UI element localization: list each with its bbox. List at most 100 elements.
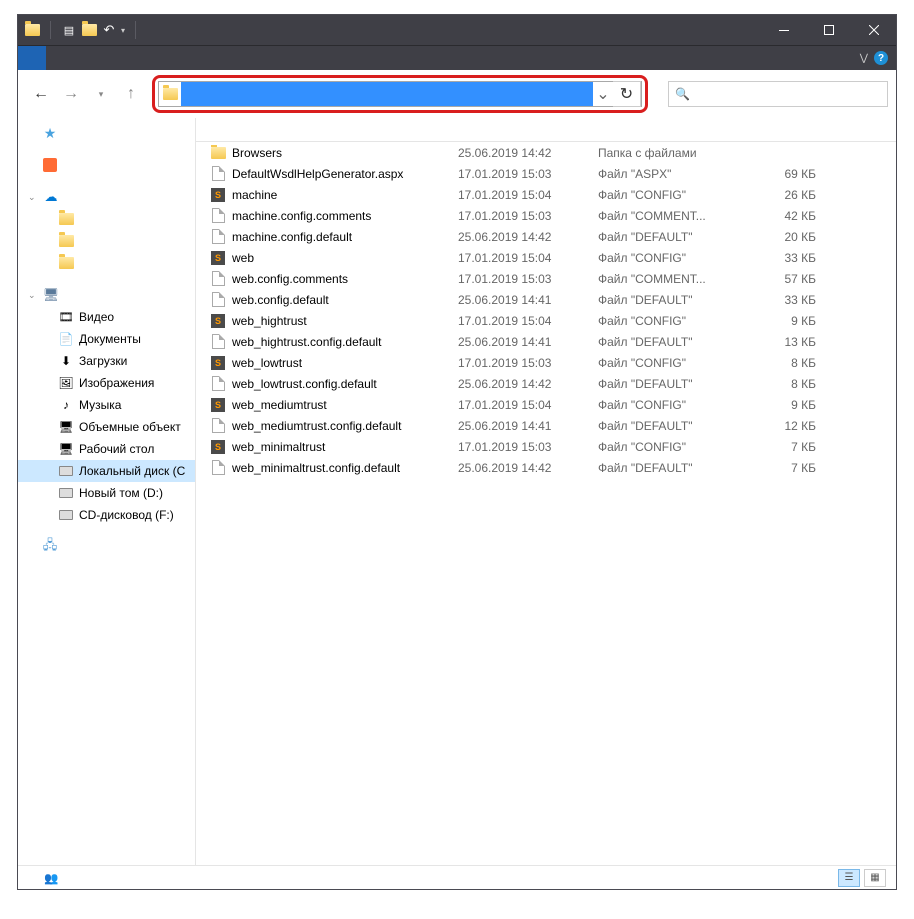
sidebar-pc-item[interactable]: 📄Документы [18, 328, 195, 350]
file-type: Файл "DEFAULT" [592, 293, 742, 307]
forward-button[interactable]: → [56, 79, 86, 109]
file-size: 8 КБ [742, 356, 822, 370]
sidebar-pc-item[interactable]: CD-дисковод (F:) [18, 504, 195, 526]
sidebar-quick-access[interactable]: ★ [18, 122, 195, 144]
file-row[interactable]: DefaultWsdlHelpGenerator.aspx17.01.2019 … [196, 163, 896, 184]
file-size: 9 КБ [742, 314, 822, 328]
file-type: Файл "ASPX" [592, 167, 742, 181]
file-size: 33 КБ [742, 293, 822, 307]
qat-dropdown-icon[interactable]: ▾ [121, 26, 125, 35]
sidebar-pc-item[interactable]: ♪Музыка [18, 394, 195, 416]
sidebar-pc-item[interactable]: ⬇ Загрузки [18, 350, 195, 372]
file-type: Файл "CONFIG" [592, 314, 742, 328]
address-dropdown-icon[interactable]: ⌄ [593, 84, 613, 104]
maximize-button[interactable] [806, 15, 851, 45]
file-icon [210, 334, 226, 350]
folder-icon [58, 255, 74, 271]
file-row[interactable]: web.config.comments17.01.2019 15:03Файл … [196, 268, 896, 289]
sublime-icon: S [210, 397, 226, 413]
details-view-button[interactable]: ☰ [838, 869, 860, 887]
new-folder-icon[interactable] [81, 22, 97, 38]
file-row[interactable]: web_minimaltrust.config.default25.06.201… [196, 457, 896, 478]
sidebar-pc-item[interactable]: 🖼Изображения [18, 372, 195, 394]
search-icon: 🔍 [675, 87, 690, 101]
sidebar-pc-item[interactable]: 🖥Объемные объект [18, 416, 195, 438]
help-icon[interactable]: ? [874, 51, 888, 65]
recent-dropdown[interactable]: ▾ [86, 79, 116, 109]
file-row[interactable]: Smachine17.01.2019 15:04Файл "CONFIG"26 … [196, 184, 896, 205]
file-row[interactable]: Sweb_mediumtrust17.01.2019 15:04Файл "CO… [196, 394, 896, 415]
file-row[interactable]: Sweb17.01.2019 15:04Файл "CONFIG"33 КБ [196, 247, 896, 268]
file-name: web [232, 251, 254, 265]
minimize-button[interactable] [761, 15, 806, 45]
chevron-down-icon[interactable]: ⌄ [28, 192, 38, 203]
file-row[interactable]: Sweb_minimaltrust17.01.2019 15:03Файл "C… [196, 436, 896, 457]
tab-share[interactable] [70, 46, 94, 70]
col-name[interactable] [204, 123, 452, 137]
file-row[interactable]: Sweb_hightrust17.01.2019 15:04Файл "CONF… [196, 310, 896, 331]
chevron-down-icon[interactable]: ⌄ [28, 290, 38, 301]
sidebar-pc-item[interactable]: 🎞Видео [18, 306, 195, 328]
file-date: 17.01.2019 15:04 [452, 251, 592, 265]
close-button[interactable] [851, 15, 896, 45]
expand-ribbon-icon[interactable]: ⋁ [860, 53, 868, 64]
file-tab[interactable] [18, 46, 46, 70]
file-row[interactable]: machine.config.default25.06.2019 14:42Фа… [196, 226, 896, 247]
file-type: Файл "DEFAULT" [592, 377, 742, 391]
file-name: Browsers [232, 146, 282, 160]
file-row[interactable]: Browsers25.06.2019 14:42Папка с файлами [196, 142, 896, 163]
sidebar-pc-item[interactable]: Локальный диск (C [18, 460, 195, 482]
navigation-pane[interactable]: ★ ⌄☁ ⌄🖥 🎞Видео📄Документы⬇Загрузки🖼Изобра… [18, 118, 196, 865]
file-date: 17.01.2019 15:03 [452, 167, 592, 181]
up-button[interactable]: ↑ [116, 79, 146, 109]
address-bar[interactable]: ⌄ ↻ [158, 81, 642, 107]
undo-icon[interactable]: ↶ [101, 22, 117, 38]
sidebar-onedrive[interactable]: ⌄☁ [18, 186, 195, 208]
file-name: machine [232, 188, 277, 202]
file-row[interactable]: web_mediumtrust.config.default25.06.2019… [196, 415, 896, 436]
sublime-icon: S [210, 250, 226, 266]
file-size: 57 КБ [742, 272, 822, 286]
file-name: web_mediumtrust [232, 398, 327, 412]
file-icon [210, 460, 226, 476]
sidebar-od-documents[interactable] [18, 208, 195, 230]
sidebar-item-label: Изображения [79, 376, 154, 390]
file-size: 12 КБ [742, 419, 822, 433]
file-icon [210, 271, 226, 287]
sidebar-creative-cloud[interactable] [18, 154, 195, 176]
file-row[interactable]: web.config.default25.06.2019 14:41Файл "… [196, 289, 896, 310]
sidebar-od-desktop[interactable] [18, 252, 195, 274]
tab-home[interactable] [46, 46, 70, 70]
sidebar-pc-item[interactable]: Новый том (D:) [18, 482, 195, 504]
file-name: machine.config.default [232, 230, 352, 244]
navigation-bar: ← → ▾ ↑ ⌄ ↻ 🔍 [18, 70, 896, 118]
properties-icon[interactable]: ▤ [61, 22, 77, 38]
sidebar-od-pictures[interactable] [18, 230, 195, 252]
file-list[interactable]: Browsers25.06.2019 14:42Папка с файламиD… [196, 118, 896, 865]
pc-icon: 🖥 [58, 419, 74, 435]
vid-icon: 🎞 [58, 309, 74, 325]
file-date: 17.01.2019 15:03 [452, 272, 592, 286]
sidebar-this-pc[interactable]: ⌄🖥 [18, 284, 195, 306]
file-row[interactable]: web_lowtrust.config.default25.06.2019 14… [196, 373, 896, 394]
search-box[interactable]: 🔍 [668, 81, 888, 107]
sidebar-pc-item[interactable]: 🖥Рабочий стол [18, 438, 195, 460]
file-row[interactable]: machine.config.comments17.01.2019 15:03Ф… [196, 205, 896, 226]
icons-view-button[interactable]: ▦ [864, 869, 886, 887]
refresh-button[interactable]: ↻ [613, 81, 641, 107]
file-type: Файл "CONFIG" [592, 356, 742, 370]
cloud-icon: ☁ [43, 189, 59, 205]
file-date: 25.06.2019 14:42 [452, 377, 592, 391]
sublime-icon: S [210, 187, 226, 203]
tab-view[interactable] [94, 46, 118, 70]
file-type: Файл "COMMENT... [592, 209, 742, 223]
back-button[interactable]: ← [26, 79, 56, 109]
file-row[interactable]: web_hightrust.config.default25.06.2019 1… [196, 331, 896, 352]
address-input[interactable] [181, 82, 593, 106]
file-row[interactable]: Sweb_lowtrust17.01.2019 15:03Файл "CONFI… [196, 352, 896, 373]
file-size: 7 КБ [742, 440, 822, 454]
dl-icon: ⬇ [58, 353, 74, 369]
column-headers[interactable] [196, 118, 896, 142]
sidebar-network[interactable]: 🖧 [18, 536, 195, 558]
sidebar-item-label: Загрузки [79, 354, 127, 368]
